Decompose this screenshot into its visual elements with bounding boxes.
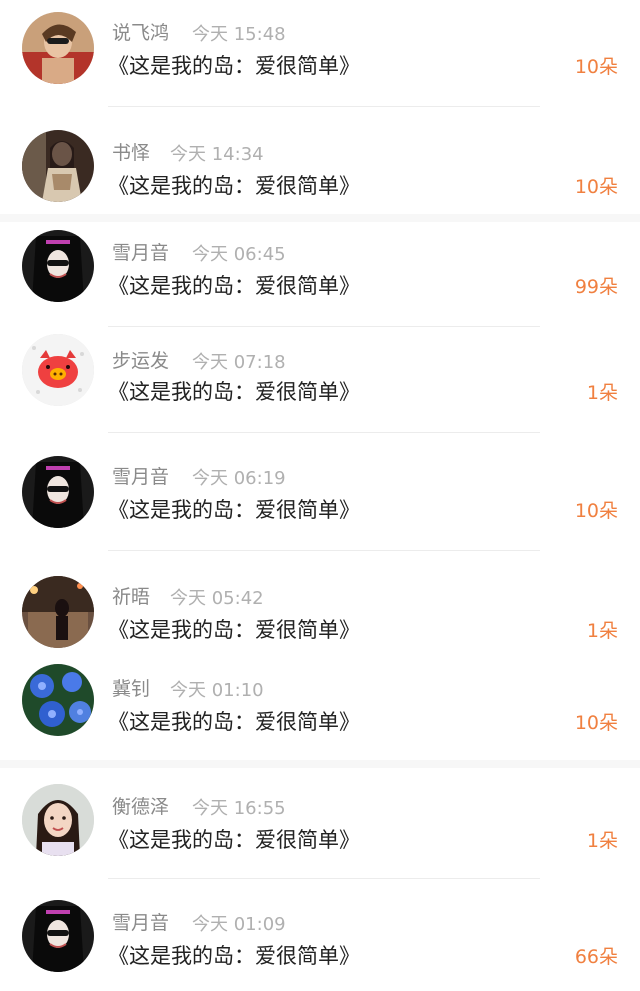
avatar-dark-sunglasses[interactable] [22,900,94,972]
section-gap [0,760,640,768]
row-divider [108,106,540,107]
avatar-dark-sunglasses[interactable] [22,456,94,528]
avatar-woman-sunglasses[interactable] [22,12,94,84]
flower-count: 10朵 [574,500,618,522]
row-divider [108,432,540,433]
flower-count: 99朵 [574,276,618,298]
list-item[interactable]: 衡德泽 今天 16:55 《这是我的岛：爱很简单》 1朵 [0,768,640,879]
list-item[interactable]: 说飞鸿 今天 15:48 《这是我的岛：爱很简单》 10朵 [0,0,640,110]
sender-name: 祈晤 [112,586,151,608]
sender-name: 衡德泽 [112,796,170,818]
send-time: 今天 01:10 [170,680,264,701]
section-gap [0,214,640,222]
row-divider [108,878,540,879]
avatar-pig[interactable] [22,334,94,406]
list-item[interactable]: 雪月音 今天 06:45 《这是我的岛：爱很简单》 99朵 [0,222,640,327]
sender-name: 冀钊 [112,678,151,700]
flower-count: 1朵 [586,382,618,404]
send-time: 今天 01:09 [192,914,286,935]
avatar-night-street[interactable] [22,576,94,648]
list-item[interactable]: 书怿 今天 14:34 《这是我的岛：爱很简单》 10朵 [0,110,640,214]
flower-count: 10朵 [574,712,618,734]
send-time: 今天 07:18 [192,352,286,373]
book-title[interactable]: 《这是我的岛：爱很简单》 [108,614,360,644]
sender-name: 说飞鸿 [112,22,170,44]
row-divider [108,550,540,551]
flower-count: 1朵 [586,620,618,642]
list-item[interactable]: 雪月音 今天 01:09 《这是我的岛：爱很简单》 66朵 [0,880,640,991]
book-title[interactable]: 《这是我的岛：爱很简单》 [108,376,360,406]
flower-count: 1朵 [586,830,618,852]
book-title[interactable]: 《这是我的岛：爱很简单》 [108,706,360,736]
book-title[interactable]: 《这是我的岛：爱很简单》 [108,50,360,80]
book-title[interactable]: 《这是我的岛：爱很简单》 [108,494,360,524]
avatar-woman-dress[interactable] [22,130,94,202]
send-time: 今天 16:55 [192,798,286,819]
sender-name: 步运发 [112,350,170,372]
avatar-girl-portrait[interactable] [22,784,94,856]
book-title[interactable]: 《这是我的岛：爱很简单》 [108,940,360,970]
sender-name: 雪月音 [112,912,170,934]
send-time: 今天 15:48 [192,24,286,45]
list-item[interactable]: 祈晤 今天 05:42 《这是我的岛：爱很简单》 1朵 [0,560,640,656]
list-item[interactable]: 步运发 今天 07:18 《这是我的岛：爱很简单》 1朵 [0,326,640,436]
flower-count: 10朵 [574,176,618,198]
sender-name: 雪月音 [112,466,170,488]
avatar-blue-flowers[interactable] [22,664,94,736]
book-title[interactable]: 《这是我的岛：爱很简单》 [108,270,360,300]
sender-name: 书怿 [112,142,151,164]
send-time: 今天 06:45 [192,244,286,265]
book-title[interactable]: 《这是我的岛：爱很简单》 [108,170,360,200]
list-item[interactable]: 雪月音 今天 06:19 《这是我的岛：爱很简单》 10朵 [0,436,640,556]
avatar-dark-sunglasses[interactable] [22,230,94,302]
list-item[interactable]: 冀钊 今天 01:10 《这是我的岛：爱很简单》 10朵 [0,656,640,760]
send-time: 今天 14:34 [170,144,264,165]
send-time: 今天 06:19 [192,468,286,489]
flower-count: 66朵 [574,946,618,968]
sender-name: 雪月音 [112,242,170,264]
book-title[interactable]: 《这是我的岛：爱很简单》 [108,824,360,854]
flower-count: 10朵 [574,56,618,78]
send-time: 今天 05:42 [170,588,264,609]
